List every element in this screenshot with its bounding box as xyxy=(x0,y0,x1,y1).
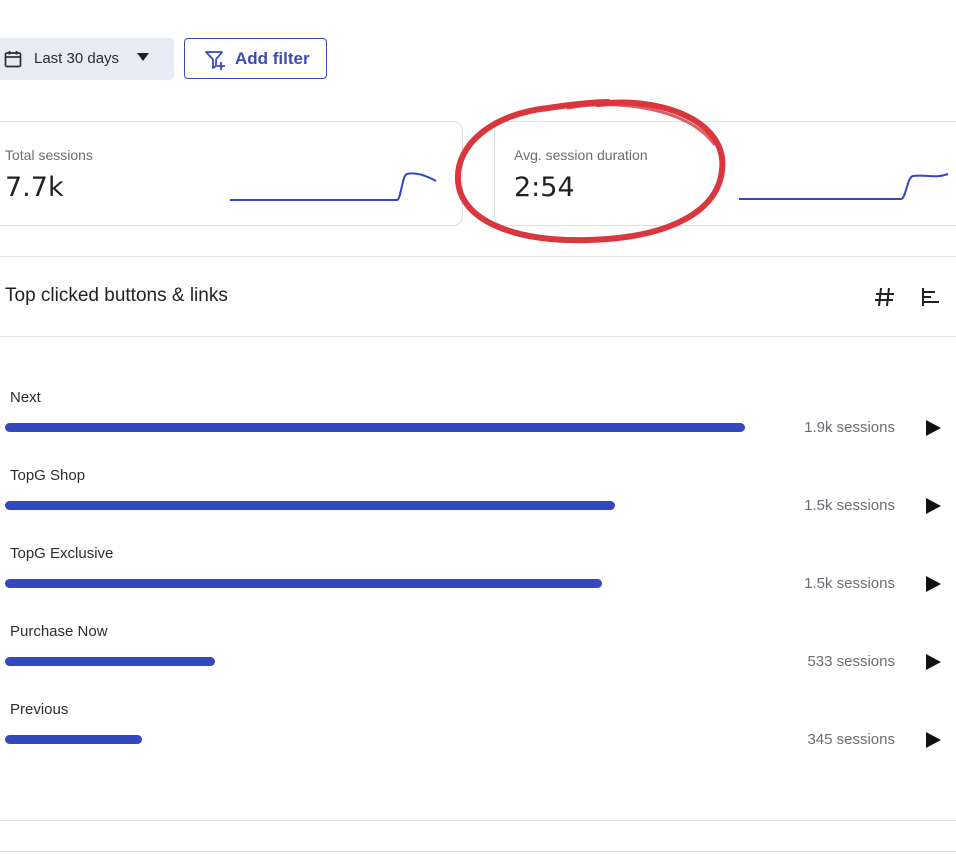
date-range-button[interactable]: Last 30 days xyxy=(0,38,174,80)
play-icon[interactable] xyxy=(924,653,942,671)
row-label: TopG Shop xyxy=(10,467,86,484)
stat-label: Avg. session duration xyxy=(514,147,648,163)
hash-icon[interactable] xyxy=(872,284,898,310)
row-label: Previous xyxy=(10,701,69,718)
row-bar xyxy=(5,579,602,588)
stat-label: Total sessions xyxy=(5,147,93,163)
row-label: Next xyxy=(10,389,41,406)
play-icon[interactable] xyxy=(924,731,942,749)
divider xyxy=(0,256,956,257)
row-count: 1.5k sessions xyxy=(804,575,895,592)
row-count: 345 sessions xyxy=(807,731,895,748)
section-title: Top clicked buttons & links xyxy=(5,285,228,306)
calendar-icon xyxy=(4,51,22,68)
play-icon[interactable] xyxy=(924,575,942,593)
row-bar xyxy=(5,423,745,432)
divider xyxy=(0,820,956,821)
row-bar xyxy=(5,735,142,744)
divider xyxy=(0,851,956,852)
caret-down-icon xyxy=(137,53,149,61)
sparkline xyxy=(230,172,437,201)
row-count: 533 sessions xyxy=(807,653,895,670)
play-icon[interactable] xyxy=(924,419,942,437)
play-icon[interactable] xyxy=(924,497,942,515)
row-bar xyxy=(5,657,215,666)
add-filter-button[interactable]: Add filter xyxy=(184,38,327,79)
add-filter-label: Add filter xyxy=(235,49,310,68)
date-range-label: Last 30 days xyxy=(34,50,120,67)
divider xyxy=(0,336,956,337)
stat-card-avg-session-duration[interactable]: Avg. session duration 2:54 xyxy=(494,121,956,226)
bar-list-icon[interactable] xyxy=(918,284,944,310)
stat-value: 2:54 xyxy=(514,172,575,203)
row-bar xyxy=(5,501,615,510)
row-label: TopG Exclusive xyxy=(10,545,114,562)
stat-value: 7.7k xyxy=(5,172,64,203)
row-count: 1.5k sessions xyxy=(804,497,895,514)
stat-card-total-sessions[interactable]: Total sessions 7.7k xyxy=(0,121,463,226)
filter-add-icon xyxy=(205,51,225,70)
row-label: Purchase Now xyxy=(10,623,108,640)
row-count: 1.9k sessions xyxy=(804,419,895,436)
sparkline xyxy=(739,173,949,200)
